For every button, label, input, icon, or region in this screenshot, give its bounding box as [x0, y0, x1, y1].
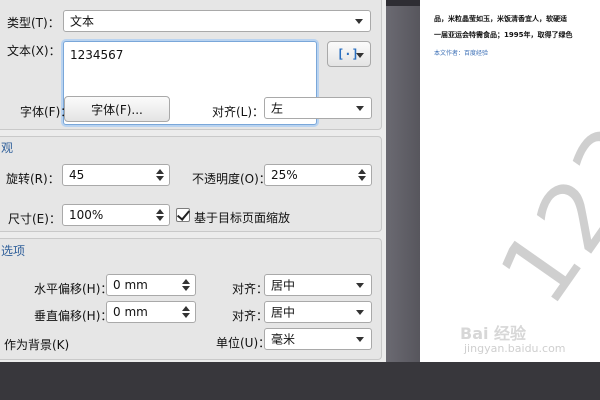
- preview-text-line: 品，米粒晶莹如玉，米饭清香宜人，软硬适: [434, 15, 567, 23]
- scale-to-page-label[interactable]: 基于目标页面缩放: [194, 209, 290, 226]
- insert-variable-button[interactable]: [·]: [327, 41, 371, 67]
- chevron-down-icon: [356, 310, 364, 315]
- stepper-arrows-icon[interactable]: [358, 168, 367, 182]
- align-label: 对齐(L)：: [212, 105, 265, 119]
- size-stepper[interactable]: 100%: [62, 204, 170, 226]
- v-offset-stepper[interactable]: 0 mm: [106, 301, 196, 323]
- stepper-arrows-icon[interactable]: [182, 278, 191, 292]
- h-align-select[interactable]: 居中: [264, 274, 372, 296]
- chevron-down-icon: [356, 53, 364, 58]
- h-offset-stepper[interactable]: 0 mm: [106, 274, 196, 296]
- chevron-down-icon: [355, 19, 363, 24]
- divider-cap: [386, 0, 420, 6]
- opacity-value: 25%: [271, 168, 298, 182]
- bottom-bar: [0, 362, 600, 400]
- text-input-value: 1234567: [70, 48, 124, 62]
- stepper-arrows-icon[interactable]: [182, 305, 191, 319]
- site-url: jingyan.baidu.com: [464, 342, 566, 355]
- h-offset-label: 水平偏移(H)：: [34, 282, 113, 296]
- panel-divider: [386, 0, 420, 362]
- chevron-down-icon: [356, 283, 364, 288]
- v-align-label: 对齐：: [232, 309, 269, 323]
- v-offset-label: 垂直偏移(H)：: [34, 309, 113, 323]
- h-offset-value: 0 mm: [113, 278, 148, 292]
- size-label: 尺寸(E)：: [8, 212, 61, 226]
- align-select-value: 左: [271, 101, 284, 116]
- unit-label: 单位(U)：: [216, 336, 271, 350]
- rotate-value: 45: [69, 168, 85, 182]
- appearance-title: 观: [1, 141, 14, 155]
- unit-value: 毫米: [271, 332, 296, 347]
- watermark-dialog: 类型(T)： 文本 文本(X)： 1234567 [·] 字体(F)： 字体(F…: [0, 0, 386, 362]
- rotate-stepper[interactable]: 45: [62, 164, 170, 186]
- as-background-label[interactable]: 作为背景(K): [4, 336, 69, 353]
- rotate-label: 旋转(R)：: [6, 172, 60, 186]
- chevron-down-icon: [356, 106, 364, 111]
- font-button[interactable]: 字体(F)...: [64, 96, 170, 122]
- type-select-value: 文本: [70, 14, 95, 29]
- stepper-arrows-icon[interactable]: [156, 208, 165, 222]
- h-align-value: 居中: [271, 278, 296, 293]
- text-label: 文本(X)：: [7, 44, 61, 58]
- preview-watermark: 1234: [478, 53, 600, 325]
- type-select[interactable]: 文本: [63, 10, 371, 32]
- stepper-arrows-icon[interactable]: [156, 168, 165, 182]
- align-select[interactable]: 左: [264, 97, 372, 119]
- v-align-select[interactable]: 居中: [264, 301, 372, 323]
- v-offset-value: 0 mm: [113, 305, 148, 319]
- preview-credit: 本文作者：百度经验: [434, 50, 489, 57]
- h-align-label: 对齐：: [232, 282, 269, 296]
- chevron-down-icon: [356, 337, 364, 342]
- site-logo: Bai 经验: [460, 324, 527, 343]
- opacity-stepper[interactable]: 25%: [264, 164, 372, 186]
- size-value: 100%: [69, 208, 104, 222]
- preview-text-line: 一届亚运会特需食品；1995年，取得了绿色: [434, 31, 573, 39]
- unit-select[interactable]: 毫米: [264, 328, 372, 350]
- page-preview: 品，米粒晶莹如玉，米饭清香宜人，软硬适 一届亚运会特需食品；1995年，取得了绿…: [420, 0, 600, 362]
- checkmark-icon: [176, 207, 191, 221]
- position-title: 选项: [1, 244, 26, 258]
- scale-to-page-checkbox[interactable]: [176, 207, 191, 222]
- v-align-value: 居中: [271, 305, 296, 320]
- opacity-label: 不透明度(O)：: [192, 172, 271, 186]
- type-label: 类型(T)：: [7, 16, 60, 30]
